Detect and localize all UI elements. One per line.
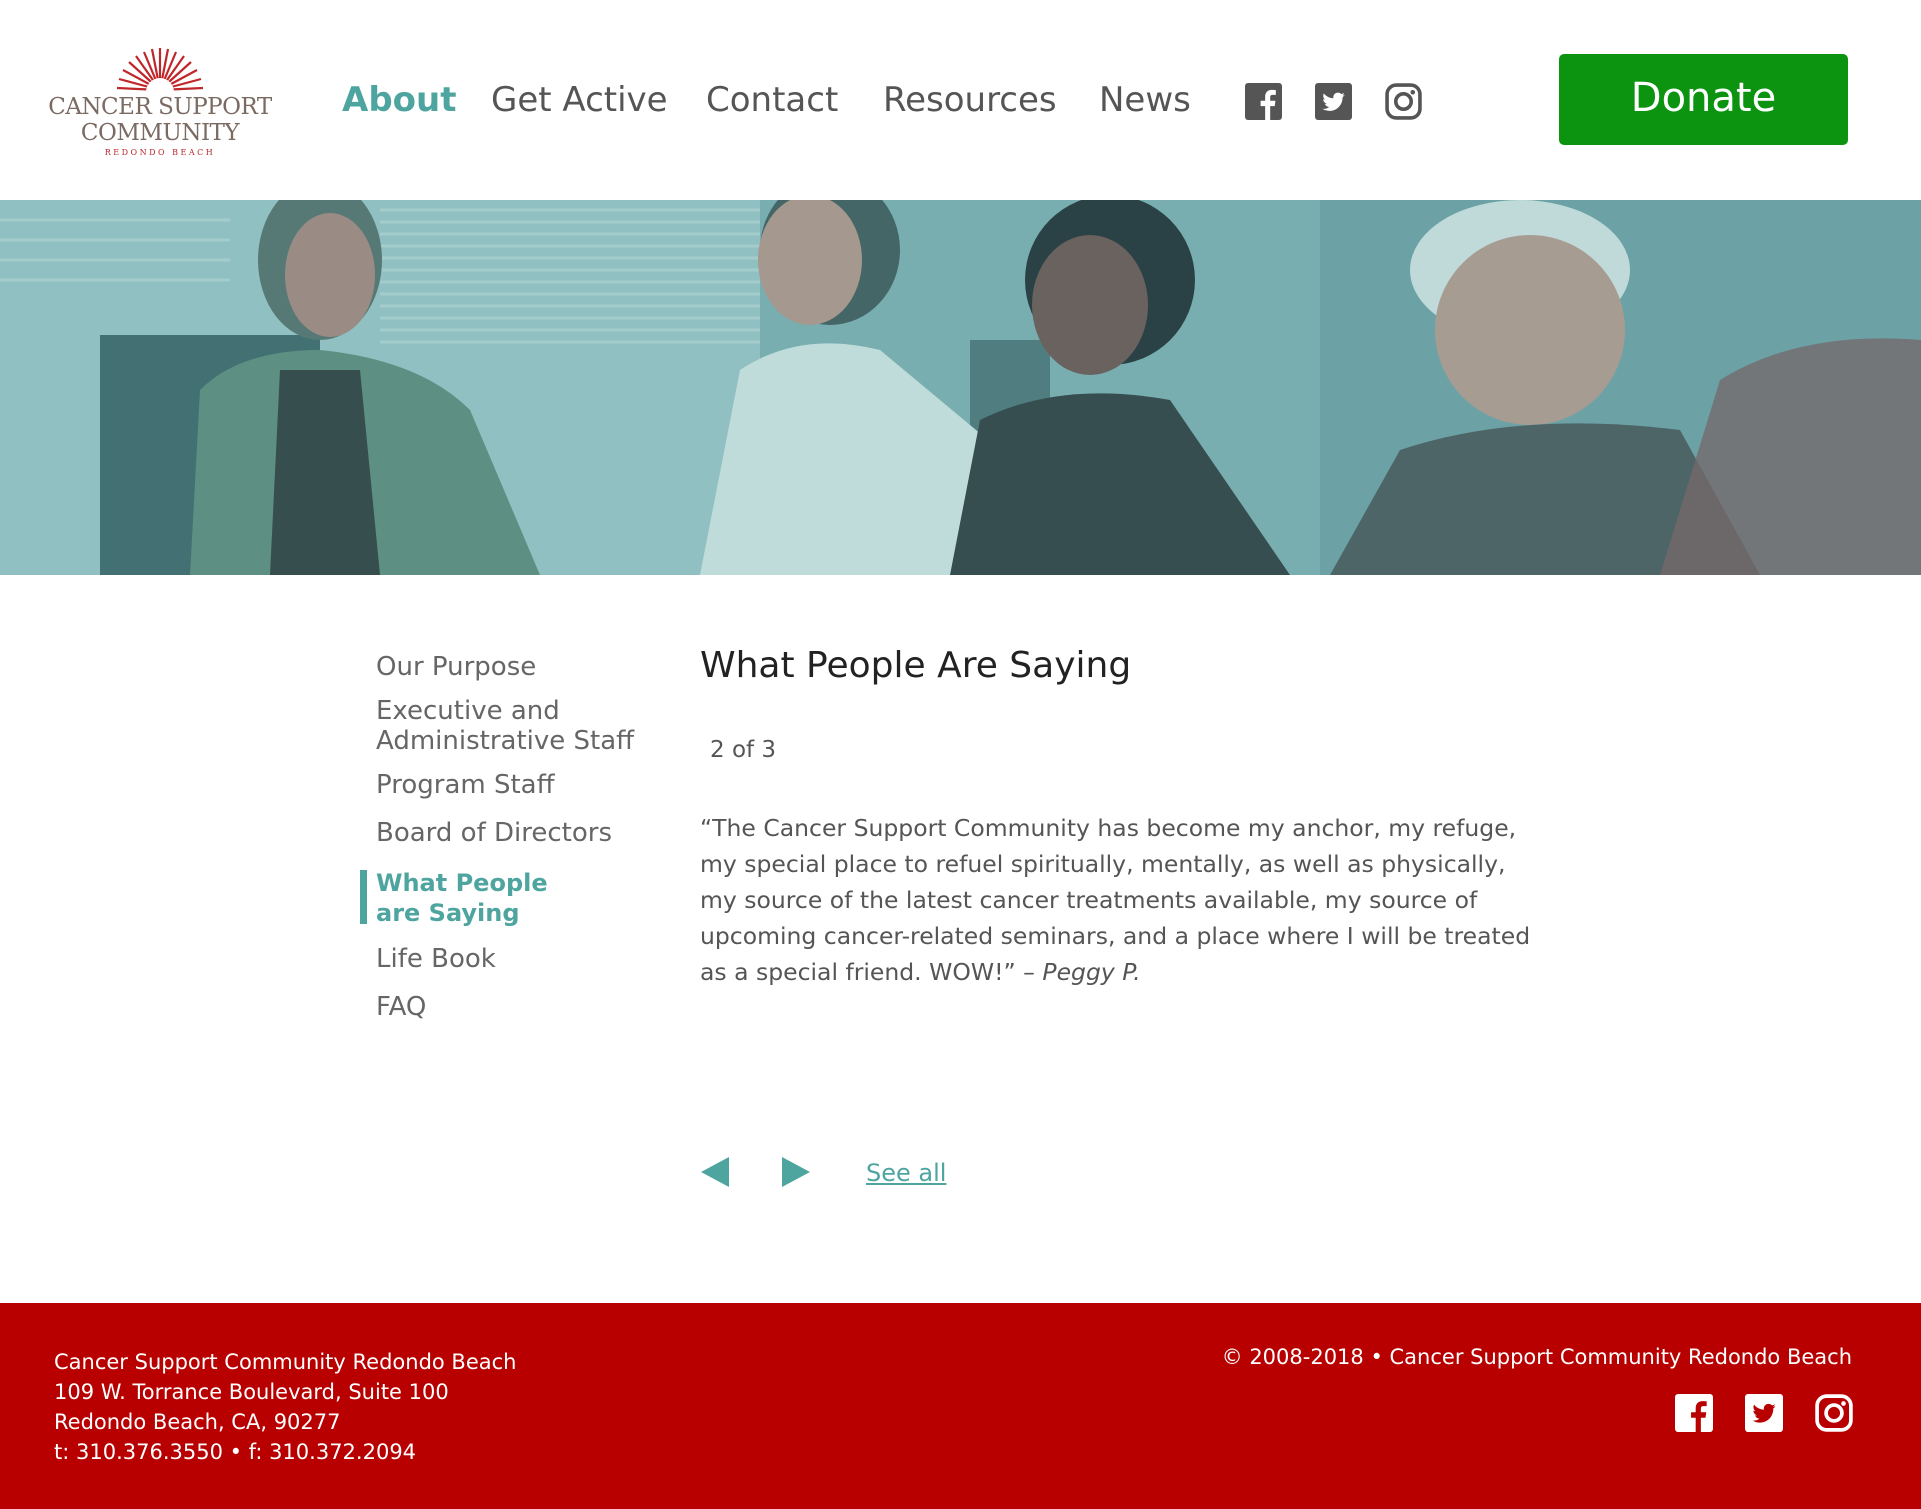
instagram-icon[interactable] <box>1385 83 1422 120</box>
sidebar-item-faq[interactable]: FAQ <box>376 992 426 1022</box>
footer-address-line1: 109 W. Torrance Boulevard, Suite 100 <box>54 1380 449 1404</box>
next-arrow-icon[interactable] <box>781 1155 811 1189</box>
quote-author: Peggy P. <box>1042 958 1141 986</box>
nav-get-active[interactable]: Get Active <box>491 80 668 120</box>
nav-news[interactable]: News <box>1099 80 1191 120</box>
logo-text-line2: COMMUNITY <box>80 120 240 146</box>
slide-counter: 2 of 3 <box>710 737 777 763</box>
footer-phone: t: 310.376.3550 • f: 310.372.2094 <box>54 1440 417 1464</box>
sidebar-item-life-book[interactable]: Life Book <box>376 944 496 974</box>
footer-facebook-icon[interactable] <box>1675 1394 1713 1432</box>
page-title: What People Are Saying <box>700 645 1132 686</box>
footer-copyright: © 2008-2018 • Cancer Support Community R… <box>1221 1345 1852 1369</box>
logo[interactable]: CANCER SUPPORT COMMUNITY REDONDO BEACH <box>48 44 272 162</box>
sidebar-item-our-purpose[interactable]: Our Purpose <box>376 652 536 682</box>
twitter-icon[interactable] <box>1315 83 1352 120</box>
logo-text-line1: CANCER SUPPORT <box>48 94 272 120</box>
hero-photo <box>0 200 1921 575</box>
footer-address-block: Cancer Support Community Redondo Beach 1… <box>54 1347 516 1467</box>
nav-resources[interactable]: Resources <box>883 80 1057 120</box>
footer-address-line2: Redondo Beach, CA, 90277 <box>54 1410 341 1434</box>
footer-twitter-icon[interactable] <box>1745 1394 1783 1432</box>
sidebar-item-board-of-directors[interactable]: Board of Directors <box>376 818 612 848</box>
active-indicator <box>360 870 367 924</box>
footer-org-name: Cancer Support Community Redondo Beach <box>54 1350 517 1374</box>
testimonial-quote: “The Cancer Support Community has become… <box>700 810 1540 990</box>
sunburst-icon <box>116 48 204 94</box>
sidebar-item-program-staff[interactable]: Program Staff <box>376 770 555 800</box>
nav-contact[interactable]: Contact <box>706 80 838 120</box>
site-header: CANCER SUPPORT COMMUNITY REDONDO BEACH A… <box>0 0 1921 200</box>
site-footer: Cancer Support Community Redondo Beach 1… <box>0 1303 1921 1509</box>
sidebar-item-what-people-are-saying[interactable]: What People are Saying <box>376 868 548 928</box>
previous-arrow-icon[interactable] <box>700 1155 730 1189</box>
hero-image <box>0 200 1921 575</box>
sidebar-item-executive-staff[interactable]: Executive and Administrative Staff <box>376 696 634 756</box>
footer-instagram-icon[interactable] <box>1815 1394 1853 1432</box>
nav-about[interactable]: About <box>342 80 456 120</box>
see-all-link[interactable]: See all <box>866 1159 946 1187</box>
donate-button[interactable]: Donate <box>1559 54 1848 145</box>
facebook-icon[interactable] <box>1245 83 1282 120</box>
logo-text-line3: REDONDO BEACH <box>104 148 216 157</box>
